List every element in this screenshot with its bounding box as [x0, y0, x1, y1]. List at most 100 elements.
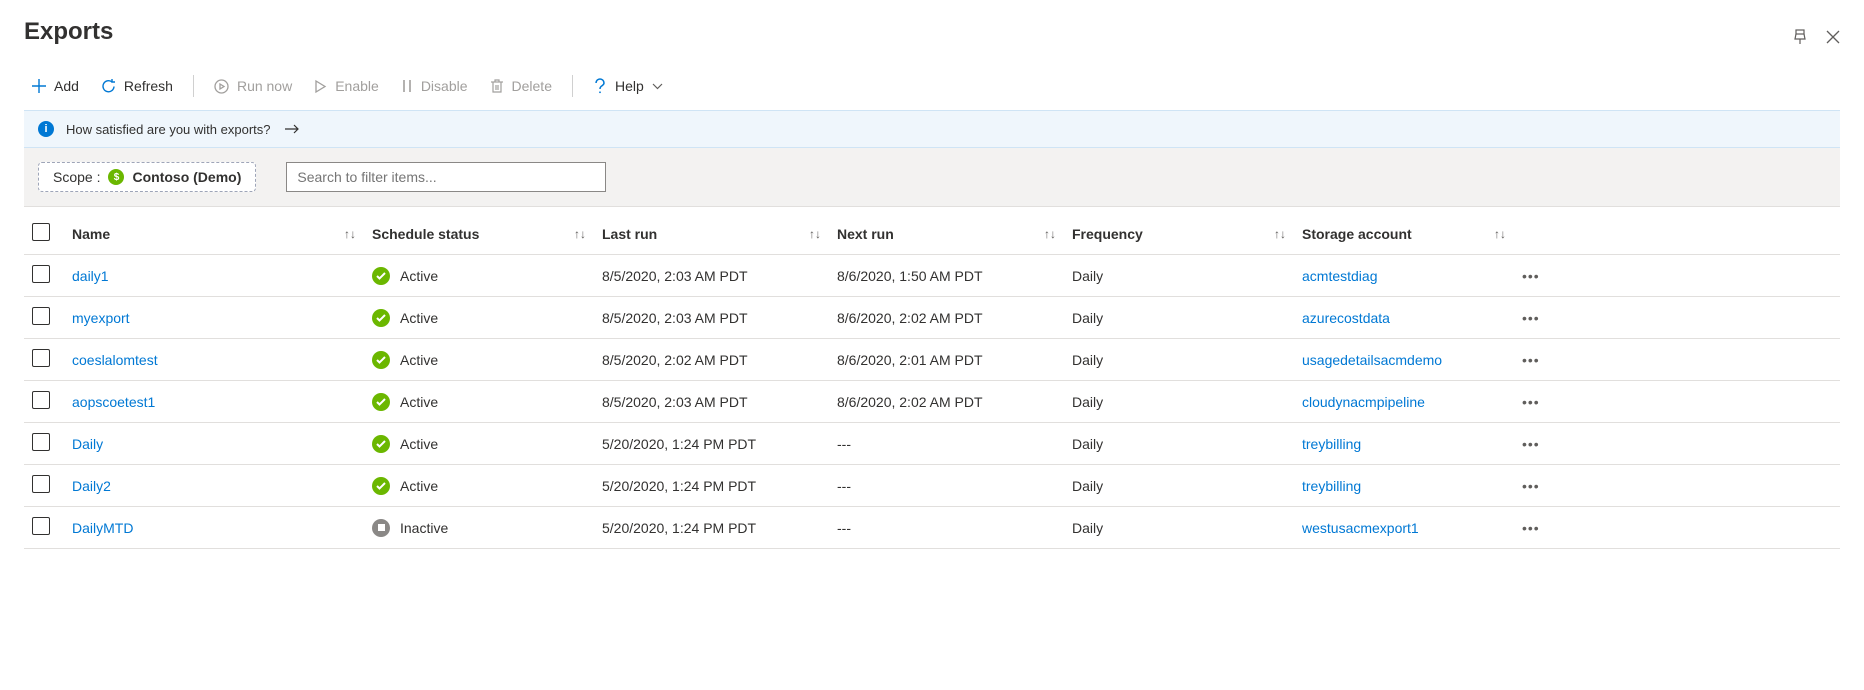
scope-icon: $ [108, 169, 124, 185]
row-checkbox[interactable] [32, 517, 50, 535]
run-now-label: Run now [237, 78, 292, 94]
table-row: myexport Active 8/5/2020, 2:03 AM PDT 8/… [24, 297, 1840, 339]
export-name-link[interactable]: coeslalomtest [72, 352, 158, 368]
status-text: Active [400, 352, 438, 368]
add-button[interactable]: Add [24, 74, 87, 98]
col-storage-header: Storage account [1302, 226, 1412, 242]
help-label: Help [615, 78, 644, 94]
row-more-button[interactable]: ••• [1522, 436, 1540, 452]
run-icon [214, 79, 229, 94]
sort-icon[interactable]: ↑↓ [1494, 227, 1506, 241]
table-header-row: Name↑↓ Schedule status↑↓ Last run↑↓ Next… [24, 213, 1840, 255]
table-row: coeslalomtest Active 8/5/2020, 2:02 AM P… [24, 339, 1840, 381]
sort-icon[interactable]: ↑↓ [574, 227, 586, 241]
storage-link[interactable]: westusacmexport1 [1302, 520, 1419, 536]
storage-link[interactable]: usagedetailsacmdemo [1302, 352, 1442, 368]
sort-icon[interactable]: ↑↓ [809, 227, 821, 241]
frequency-text: Daily [1072, 436, 1103, 452]
select-all-checkbox[interactable] [32, 223, 50, 241]
refresh-button[interactable]: Refresh [93, 74, 181, 98]
info-icon: i [38, 121, 54, 137]
status-text: Active [400, 394, 438, 410]
row-checkbox[interactable] [32, 349, 50, 367]
add-label: Add [54, 78, 79, 94]
frequency-text: Daily [1072, 268, 1103, 284]
trash-icon [490, 79, 504, 94]
col-status-header: Schedule status [372, 226, 479, 242]
disable-label: Disable [421, 78, 468, 94]
sort-icon[interactable]: ↑↓ [344, 227, 356, 241]
close-icon[interactable] [1826, 30, 1840, 44]
row-checkbox[interactable] [32, 475, 50, 493]
last-run-text: 8/5/2020, 2:03 AM PDT [602, 268, 748, 284]
export-name-link[interactable]: daily1 [72, 268, 109, 284]
title-bar: Exports [24, 10, 1840, 64]
export-name-link[interactable]: Daily2 [72, 478, 111, 494]
next-run-text: --- [837, 436, 851, 452]
help-button[interactable]: Help [585, 74, 671, 98]
row-checkbox[interactable] [32, 391, 50, 409]
status-icon [372, 477, 390, 495]
row-checkbox[interactable] [32, 307, 50, 325]
scope-value: Contoso (Demo) [132, 169, 241, 185]
delete-button[interactable]: Delete [482, 74, 560, 98]
status-icon [372, 519, 390, 537]
status-icon [372, 351, 390, 369]
table-row: aopscoetest1 Active 8/5/2020, 2:03 AM PD… [24, 381, 1840, 423]
next-run-text: 8/6/2020, 2:02 AM PDT [837, 310, 983, 326]
row-more-button[interactable]: ••• [1522, 352, 1540, 368]
storage-link[interactable]: azurecostdata [1302, 310, 1390, 326]
row-more-button[interactable]: ••• [1522, 394, 1540, 410]
command-bar: Add Refresh Run now Enable Disable Delet… [24, 64, 1840, 110]
frequency-text: Daily [1072, 394, 1103, 410]
enable-button[interactable]: Enable [306, 74, 387, 98]
status-text: Active [400, 310, 438, 326]
frequency-text: Daily [1072, 520, 1103, 536]
export-name-link[interactable]: aopscoetest1 [72, 394, 155, 410]
storage-link[interactable]: treybilling [1302, 436, 1361, 452]
status-text: Active [400, 478, 438, 494]
status-icon [372, 435, 390, 453]
frequency-text: Daily [1072, 310, 1103, 326]
sort-icon[interactable]: ↑↓ [1044, 227, 1056, 241]
row-more-button[interactable]: ••• [1522, 268, 1540, 284]
storage-link[interactable]: cloudynacmpipeline [1302, 394, 1425, 410]
next-run-text: 8/6/2020, 2:01 AM PDT [837, 352, 983, 368]
disable-button[interactable]: Disable [393, 74, 476, 98]
col-nextrun-header: Next run [837, 226, 894, 242]
play-icon [314, 79, 327, 94]
run-now-button[interactable]: Run now [206, 74, 300, 98]
status-icon [372, 267, 390, 285]
export-name-link[interactable]: myexport [72, 310, 130, 326]
storage-link[interactable]: acmtestdiag [1302, 268, 1377, 284]
last-run-text: 5/20/2020, 1:24 PM PDT [602, 478, 756, 494]
storage-link[interactable]: treybilling [1302, 478, 1361, 494]
scope-selector[interactable]: Scope : $ Contoso (Demo) [38, 162, 256, 192]
last-run-text: 5/20/2020, 1:24 PM PDT [602, 520, 756, 536]
export-name-link[interactable]: Daily [72, 436, 103, 452]
status-text: Active [400, 268, 438, 284]
exports-table: Name↑↓ Schedule status↑↓ Last run↑↓ Next… [24, 213, 1840, 549]
row-more-button[interactable]: ••• [1522, 520, 1540, 536]
refresh-label: Refresh [124, 78, 173, 94]
refresh-icon [101, 79, 116, 94]
export-name-link[interactable]: DailyMTD [72, 520, 133, 536]
table-row: daily1 Active 8/5/2020, 2:03 AM PDT 8/6/… [24, 255, 1840, 297]
table-row: Daily Active 5/20/2020, 1:24 PM PDT --- … [24, 423, 1840, 465]
row-more-button[interactable]: ••• [1522, 478, 1540, 494]
last-run-text: 8/5/2020, 2:02 AM PDT [602, 352, 748, 368]
next-run-text: 8/6/2020, 2:02 AM PDT [837, 394, 983, 410]
col-lastrun-header: Last run [602, 226, 657, 242]
scope-label: Scope : [53, 169, 100, 185]
row-checkbox[interactable] [32, 433, 50, 451]
next-run-text: --- [837, 478, 851, 494]
row-more-button[interactable]: ••• [1522, 310, 1540, 326]
sort-icon[interactable]: ↑↓ [1274, 227, 1286, 241]
feedback-banner[interactable]: i How satisfied are you with exports? [24, 110, 1840, 148]
table-row: Daily2 Active 5/20/2020, 1:24 PM PDT ---… [24, 465, 1840, 507]
row-checkbox[interactable] [32, 265, 50, 283]
pin-icon[interactable] [1792, 29, 1808, 45]
filter-input[interactable] [286, 162, 606, 192]
status-text: Active [400, 436, 438, 452]
status-icon [372, 393, 390, 411]
